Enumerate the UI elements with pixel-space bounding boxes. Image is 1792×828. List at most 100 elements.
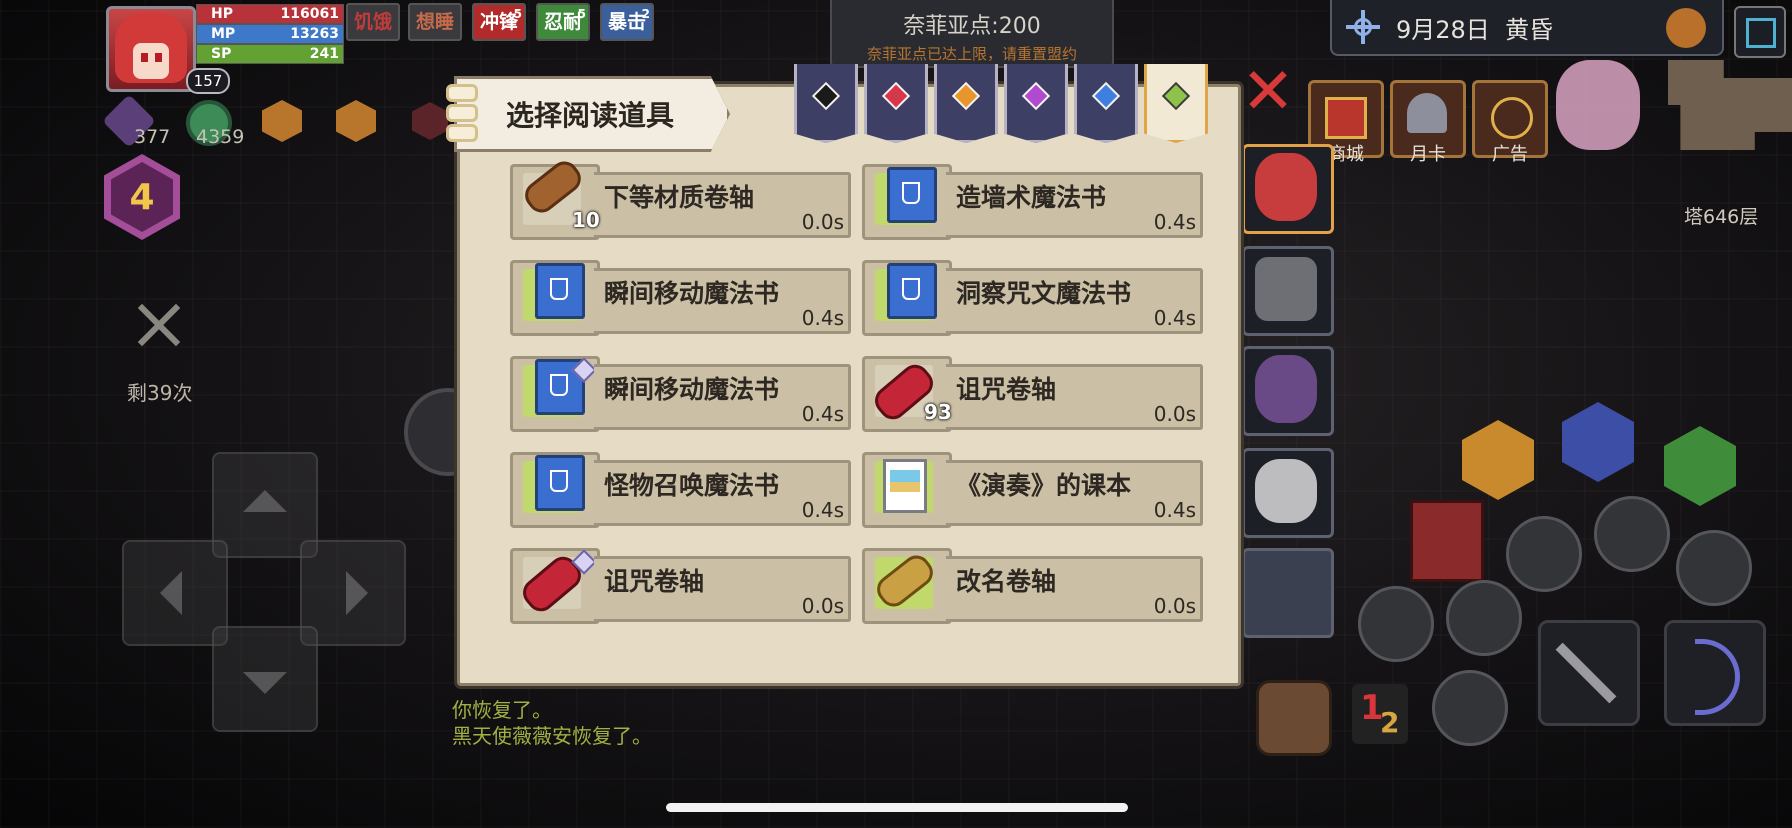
crossed-swords-icon[interactable] (132, 298, 186, 352)
black-gem-icon (811, 81, 841, 111)
list-item[interactable]: 瞬间移动魔法书 0.4s (510, 260, 851, 336)
item-read-time: 0.0s (1153, 402, 1196, 426)
globe-icon[interactable] (1666, 8, 1706, 48)
list-item[interactable]: 瞬间移动魔法书 0.4s (510, 356, 851, 432)
log-line-2: 黑天使薇薇安恢复了。 (452, 724, 652, 748)
binder-ring-icon (446, 104, 478, 122)
item-read-time: 0.0s (801, 594, 844, 618)
green-gem-icon (1161, 81, 1191, 111)
green-orb-count: 4359 (196, 126, 245, 148)
buff-charge[interactable]: 冲锋 5 (472, 3, 527, 41)
item-read-time: 0.4s (1153, 210, 1196, 234)
tab-orange-gem[interactable] (934, 64, 998, 143)
item-read-time: 0.4s (801, 306, 844, 330)
party-member-1[interactable] (1242, 144, 1334, 234)
exit-button[interactable] (1734, 6, 1786, 58)
item-name: 瞬间移动魔法书 (604, 279, 780, 308)
list-item[interactable]: 洞察咒文魔法书 0.4s (862, 260, 1203, 336)
blue-spellbook-icon (887, 167, 937, 223)
item-name: 诅咒卷轴 (956, 375, 1057, 404)
nephilia-points: 奈菲亚点:200 (903, 14, 1041, 39)
dpad-down[interactable] (212, 626, 318, 732)
binder-ring-icon (446, 124, 478, 142)
ad-label: 广告 (1492, 144, 1528, 165)
item-name: 诅咒卷轴 (604, 567, 705, 596)
tab-blue-gem[interactable] (1074, 64, 1138, 143)
blue-spellbook-icon (887, 263, 937, 319)
item-name: 《演奏》的课本 (956, 471, 1132, 500)
hp-bar: HP 116061 (196, 4, 344, 24)
tab-green-gem[interactable] (1144, 64, 1208, 143)
shuriken-button[interactable] (1432, 670, 1508, 746)
item-name: 改名卷轴 (956, 567, 1057, 596)
item-name: 怪物召唤魔法书 (604, 471, 780, 500)
sword-gem-count: 377 (134, 126, 171, 148)
item-read-time: 0.4s (1153, 306, 1196, 330)
party-member-3[interactable] (1242, 346, 1334, 436)
list-item[interactable]: 改名卷轴 0.0s (862, 548, 1203, 624)
item-read-time: 0.4s (801, 498, 844, 522)
monthly-card-label: 月卡 (1410, 144, 1446, 165)
item-name: 洞察咒文魔法书 (956, 279, 1132, 308)
attack-remaining-label: 剩39次 (127, 381, 193, 405)
list-item[interactable]: 诅咒卷轴 0.0s (510, 548, 851, 624)
list-item[interactable]: 怪物召唤魔法书 0.4s (510, 452, 851, 528)
item-read-time: 0.4s (801, 402, 844, 426)
blue-gem-icon (1091, 81, 1121, 111)
list-item[interactable]: 93 诅咒卷轴 0.0s (862, 356, 1203, 432)
buff-sleepy[interactable]: 想睡 (408, 3, 463, 41)
backpack-icon[interactable] (1256, 680, 1332, 756)
mp-bar: MP 13263 (196, 24, 344, 44)
party-member-empty[interactable] (1242, 548, 1334, 638)
party-member-4[interactable] (1242, 448, 1334, 538)
tab-black-gem[interactable] (794, 64, 858, 143)
purple-gem-icon (1021, 81, 1051, 111)
item-name: 瞬间移动魔法书 (604, 375, 780, 404)
sword-attack-button[interactable] (1538, 620, 1640, 726)
item-read-time: 0.0s (801, 210, 844, 234)
blue-spellbook-icon (535, 455, 585, 511)
tab-purple-gem[interactable] (1004, 64, 1068, 143)
red-gem-icon (881, 81, 911, 111)
close-icon: ✕ (1241, 55, 1295, 129)
swap-button[interactable] (1594, 496, 1670, 572)
item-read-time: 0.4s (1153, 498, 1196, 522)
list-item[interactable]: 10 下等材质卷轴 0.0s (510, 155, 851, 240)
search-button[interactable] (1446, 580, 1522, 656)
exit-icon (1746, 18, 1776, 48)
buff-hungry[interactable]: 饥饿 (346, 3, 401, 41)
sun-icon (1346, 10, 1380, 44)
dialog-title: 选择阅读道具 (506, 99, 675, 132)
item-quantity: 10 (572, 208, 600, 232)
hourglass-button[interactable] (1506, 516, 1582, 592)
party-member-2[interactable] (1242, 246, 1334, 336)
item-read-time: 0.0s (1153, 594, 1196, 618)
time-period-label: 黄昏 (1505, 16, 1554, 44)
bow-attack-button[interactable] (1664, 620, 1766, 726)
item-quantity: 93 (924, 400, 952, 424)
tower-floor-label: 塔646层 (1684, 206, 1759, 228)
textbook-icon (883, 459, 927, 513)
orange-gem-icon (951, 81, 981, 111)
item-name: 造墙术魔法书 (956, 183, 1107, 212)
buff-critical[interactable]: 暴击 2 (600, 3, 655, 41)
rune-box-icon[interactable] (1410, 500, 1484, 582)
quickbar-switch-icon[interactable]: 12 (1352, 684, 1408, 744)
player-level-badge: 157 (186, 68, 230, 94)
home-indicator[interactable] (666, 803, 1128, 812)
list-item[interactable]: 造墙术魔法书 0.4s (862, 164, 1203, 240)
book-button[interactable] (1676, 530, 1752, 606)
item-name: 下等材质卷轴 (604, 183, 755, 212)
binder-ring-icon (446, 84, 478, 102)
player-avatar[interactable] (106, 6, 196, 92)
datetime-panel: 9月28日 黄昏 (1330, 0, 1724, 56)
pet-character[interactable] (1556, 60, 1640, 150)
nephilia-points-note: 奈菲亚点已达上限，请重置盟约 (866, 45, 1077, 63)
date-label: 9月28日 (1396, 16, 1490, 44)
nephilia-points-panel: 奈菲亚点:200 奈菲亚点已达上限，请重置盟约 (830, 0, 1114, 68)
buff-endure[interactable]: 忍耐 5 (536, 3, 591, 41)
list-item[interactable]: 《演奏》的课本 0.4s (862, 452, 1203, 528)
spiral-skill-button[interactable] (1358, 586, 1434, 662)
close-button[interactable]: ✕ (1240, 60, 1296, 124)
tab-red-gem[interactable] (864, 64, 928, 143)
